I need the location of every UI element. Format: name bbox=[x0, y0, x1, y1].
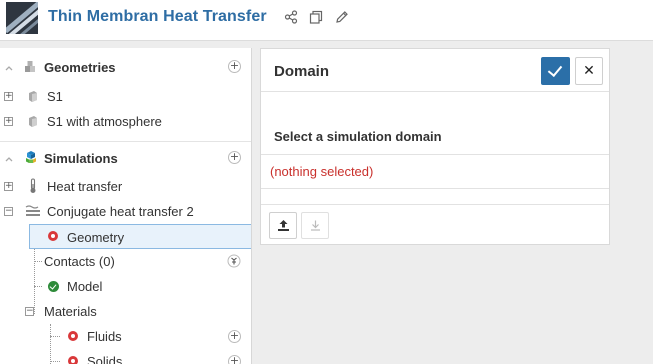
conjugate-heat-icon bbox=[25, 205, 40, 216]
tree-section-simulations[interactable]: Simulations + bbox=[0, 146, 251, 171]
domain-panel: Domain ✕ Select a simulation domain (not… bbox=[260, 48, 610, 245]
confirm-button[interactable] bbox=[541, 57, 570, 85]
tree-item-conjugate-heat-transfer-2[interactable]: − Conjugate heat transfer 2 bbox=[0, 199, 251, 224]
tree-item-label: Contacts (0) bbox=[44, 254, 115, 269]
selection-status[interactable]: (nothing selected) bbox=[270, 164, 373, 179]
simulations-icon bbox=[26, 151, 36, 163]
chevron-up-icon[interactable] bbox=[4, 154, 14, 164]
geometry-cube-icon bbox=[29, 116, 37, 127]
tree-section-label: Geometries bbox=[44, 60, 116, 75]
upload-button[interactable] bbox=[269, 212, 297, 239]
panel-divider bbox=[261, 91, 609, 92]
status-error-icon bbox=[68, 356, 78, 364]
tree-item-s1-with-atmosphere[interactable]: + S1 with atmosphere bbox=[0, 109, 251, 134]
chevron-up-icon[interactable] bbox=[4, 63, 14, 73]
tree-item-label: Fluids bbox=[87, 329, 122, 344]
tree-item-heat-transfer[interactable]: + Heat transfer bbox=[0, 174, 251, 199]
copy-icon[interactable] bbox=[309, 10, 323, 24]
close-button[interactable]: ✕ bbox=[575, 57, 603, 85]
panel-title: Domain bbox=[274, 63, 330, 80]
status-error-icon bbox=[48, 231, 58, 241]
app-header: Thin Membran Heat Transfer bbox=[0, 0, 653, 41]
tree-item-label: Model bbox=[67, 279, 103, 294]
tree-item-label: Conjugate heat transfer 2 bbox=[47, 204, 194, 219]
tree-item-fluids[interactable]: Fluids + bbox=[0, 324, 251, 349]
tree-item-solids[interactable]: Solids + bbox=[0, 349, 251, 364]
expand-icon[interactable]: + bbox=[4, 182, 13, 191]
domain-select-prompt: Select a simulation domain bbox=[274, 129, 442, 144]
tree-item-materials[interactable]: − Materials bbox=[0, 299, 251, 324]
geometry-cube-icon bbox=[29, 91, 37, 102]
tree-item-contacts[interactable]: Contacts (0) bbox=[0, 249, 251, 274]
panel-divider bbox=[261, 204, 609, 205]
add-geometry-icon[interactable]: + bbox=[228, 60, 241, 73]
status-ok-icon bbox=[48, 281, 59, 292]
add-solid-icon[interactable]: + bbox=[228, 355, 241, 364]
tree-item-label: Solids bbox=[87, 354, 123, 364]
download-button[interactable] bbox=[301, 212, 329, 239]
geometries-icon bbox=[25, 61, 35, 72]
collapse-icon[interactable]: − bbox=[4, 207, 13, 216]
share-icon[interactable] bbox=[284, 10, 298, 24]
tree-item-s1[interactable]: + S1 bbox=[0, 84, 251, 109]
tree-item-label: S1 with atmosphere bbox=[47, 114, 162, 129]
expand-icon[interactable]: + bbox=[4, 117, 13, 126]
download-icon bbox=[311, 220, 320, 231]
tree-section-label: Simulations bbox=[44, 151, 118, 166]
upload-icon bbox=[278, 220, 289, 231]
project-title[interactable]: Thin Membran Heat Transfer bbox=[48, 8, 267, 26]
panel-divider bbox=[261, 154, 609, 155]
tree-item-label: S1 bbox=[47, 89, 63, 104]
tree-section-geometries[interactable]: Geometries + bbox=[0, 55, 251, 80]
tree-item-label: Materials bbox=[44, 304, 97, 319]
tree-item-geometry[interactable]: Geometry bbox=[29, 224, 251, 249]
add-simulation-icon[interactable]: + bbox=[228, 151, 241, 164]
expand-icon[interactable]: + bbox=[4, 92, 13, 101]
thermometer-icon bbox=[30, 178, 36, 193]
project-tree: Geometries + + S1 + S1 with atmosphere S… bbox=[0, 48, 252, 364]
collapse-icon[interactable]: − bbox=[25, 307, 34, 316]
tree-item-model[interactable]: Model bbox=[0, 274, 251, 299]
tree-item-label: Heat transfer bbox=[47, 179, 123, 194]
app-logo bbox=[6, 2, 38, 34]
add-fluid-icon[interactable]: + bbox=[228, 330, 241, 343]
panel-divider bbox=[261, 188, 609, 189]
status-error-icon bbox=[68, 331, 78, 341]
edit-icon[interactable] bbox=[335, 10, 349, 24]
tree-item-label: Geometry bbox=[67, 230, 125, 245]
section-divider bbox=[0, 141, 251, 142]
contacts-settings-icon[interactable] bbox=[227, 254, 241, 268]
